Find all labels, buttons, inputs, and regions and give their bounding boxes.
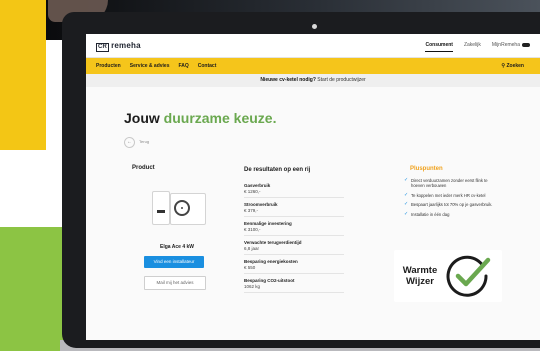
result-value-terugverdientijd: 6,8 jaar [244, 246, 260, 251]
result-value-stroom: € 379,- [244, 208, 259, 213]
heat-pump-image [152, 183, 206, 229]
search-label: Zoeken [506, 63, 524, 69]
results-list: Gasverbruik € 1260,- Stroomverbruik € 37… [244, 179, 344, 293]
search-icon: ⚲ [501, 63, 506, 69]
check-circle-icon [446, 255, 491, 297]
nav-links: Producten Service & advies FAQ Contact [96, 63, 216, 69]
remeha-logo[interactable]: CR remeha [96, 41, 141, 52]
result-label-energiekosten: Besparing energiekosten [244, 259, 298, 264]
result-label-terugverdientijd: Verwachte terugverdientijd [244, 240, 302, 245]
arrow-left-icon: ← [124, 137, 135, 148]
main-navigation: Producten Service & advies FAQ Contact ⚲… [86, 58, 540, 74]
badge-line-2: Wijzer [406, 276, 434, 287]
find-installer-button[interactable]: Vind een installateur [144, 256, 204, 268]
pluspunt-text: Te koppelen met ieder merk HR cv-ketel [411, 192, 486, 198]
result-item: Verwachte terugverdientijd 6,8 jaar [244, 236, 344, 255]
top-link-zakelijk[interactable]: Zakelijk [464, 42, 481, 52]
promo-banner: Nieuwe cv-ketel nodig? Start de productw… [86, 74, 540, 87]
result-value-gas: € 1260,- [244, 189, 261, 194]
result-item: Stroomverbruik € 379,- [244, 198, 344, 217]
page-title: Jouw duurzame keuze. [124, 110, 277, 126]
fan-icon [174, 200, 190, 216]
top-link-mijnremeha-label: MijnRemeha [491, 42, 520, 48]
product-heading: Product [132, 165, 155, 171]
nav-item-faq[interactable]: FAQ [178, 63, 188, 69]
results-heading: De resultaten op een rij [244, 167, 311, 173]
back-label: Terug [139, 139, 150, 144]
result-value-co2: 1062 kg [244, 284, 261, 289]
back-button[interactable]: ← Terug [124, 137, 149, 148]
nav-item-contact[interactable]: Contact [198, 63, 217, 69]
indoor-unit [152, 191, 170, 225]
result-item: Besparing energiekosten € 550 [244, 255, 344, 274]
checkmark-icon: ✓ [404, 177, 409, 183]
title-prefix: Jouw [124, 110, 160, 126]
list-item: ✓ Te koppelen met ieder merk HR cv-ketel [404, 191, 496, 198]
top-link-consument[interactable]: Consument [425, 42, 453, 52]
result-value-energiekosten: € 550 [244, 265, 256, 270]
result-label-stroom: Stroomverbruik [244, 202, 278, 207]
badge-text: Warmte Wijzer [396, 265, 444, 287]
pluspunt-text: Direct verduurzamen zonder eerst flink t… [411, 178, 488, 189]
nav-item-producten[interactable]: Producten [96, 63, 121, 69]
account-toggle-icon [522, 42, 530, 47]
mail-advice-button[interactable]: Mail mij het advies [144, 276, 206, 290]
result-label-co2: Besparing CO2-uitstoot [244, 278, 295, 283]
audience-switcher: Consument Zakelijk MijnRemeha [425, 42, 530, 52]
pluspunten-heading: Pluspunten [410, 166, 443, 172]
pluspunt-text: Installatie in één dag [411, 211, 450, 217]
result-item: Gasverbruik € 1260,- [244, 179, 344, 198]
background-yellow-block [0, 0, 46, 150]
result-label-investering: Eenmalige investering [244, 221, 292, 226]
banner-question: Nieuwe cv-ketel nodig? [260, 77, 316, 83]
top-link-mijnremeha[interactable]: MijnRemeha [492, 42, 530, 52]
result-label-gas: Gasverbruik [244, 183, 271, 188]
top-header: CR remeha Consument Zakelijk MijnRemeha [86, 34, 540, 58]
checkmark-icon: ✓ [404, 210, 409, 217]
webcam [312, 24, 317, 29]
list-item: ✓ Bespaart jaarlijks tot 70% op je gasver… [404, 201, 496, 208]
pluspunt-text: Bespaart jaarlijks tot 70% op je gasverb… [411, 202, 493, 208]
product-name: Elga Ace 4 kW [160, 244, 194, 250]
banner-cta-link[interactable]: Start de productwijzer [317, 77, 365, 83]
badge-line-1: Warmte [402, 265, 438, 276]
logo-text: remeha [111, 41, 141, 50]
list-item: ✓ Direct verduurzamen zonder eerst flink … [404, 177, 496, 189]
logo-mark: CR [96, 43, 110, 52]
title-highlight: duurzame keuze. [163, 110, 277, 126]
outdoor-unit [170, 193, 206, 225]
nav-item-service[interactable]: Service & advies [130, 63, 170, 69]
list-item: ✓ Installatie in één dag [404, 210, 496, 217]
search-button[interactable]: ⚲ Zoeken [501, 63, 524, 69]
result-value-investering: € 3100,- [244, 227, 261, 232]
pluspunten-list: ✓ Direct verduurzamen zonder eerst flink … [404, 177, 496, 221]
checkmark-icon: ✓ [404, 201, 409, 208]
checkmark-icon: ✓ [404, 191, 409, 198]
result-item: Besparing CO2-uitstoot 1062 kg [244, 274, 344, 293]
result-item: Eenmalige investering € 3100,- [244, 217, 344, 236]
